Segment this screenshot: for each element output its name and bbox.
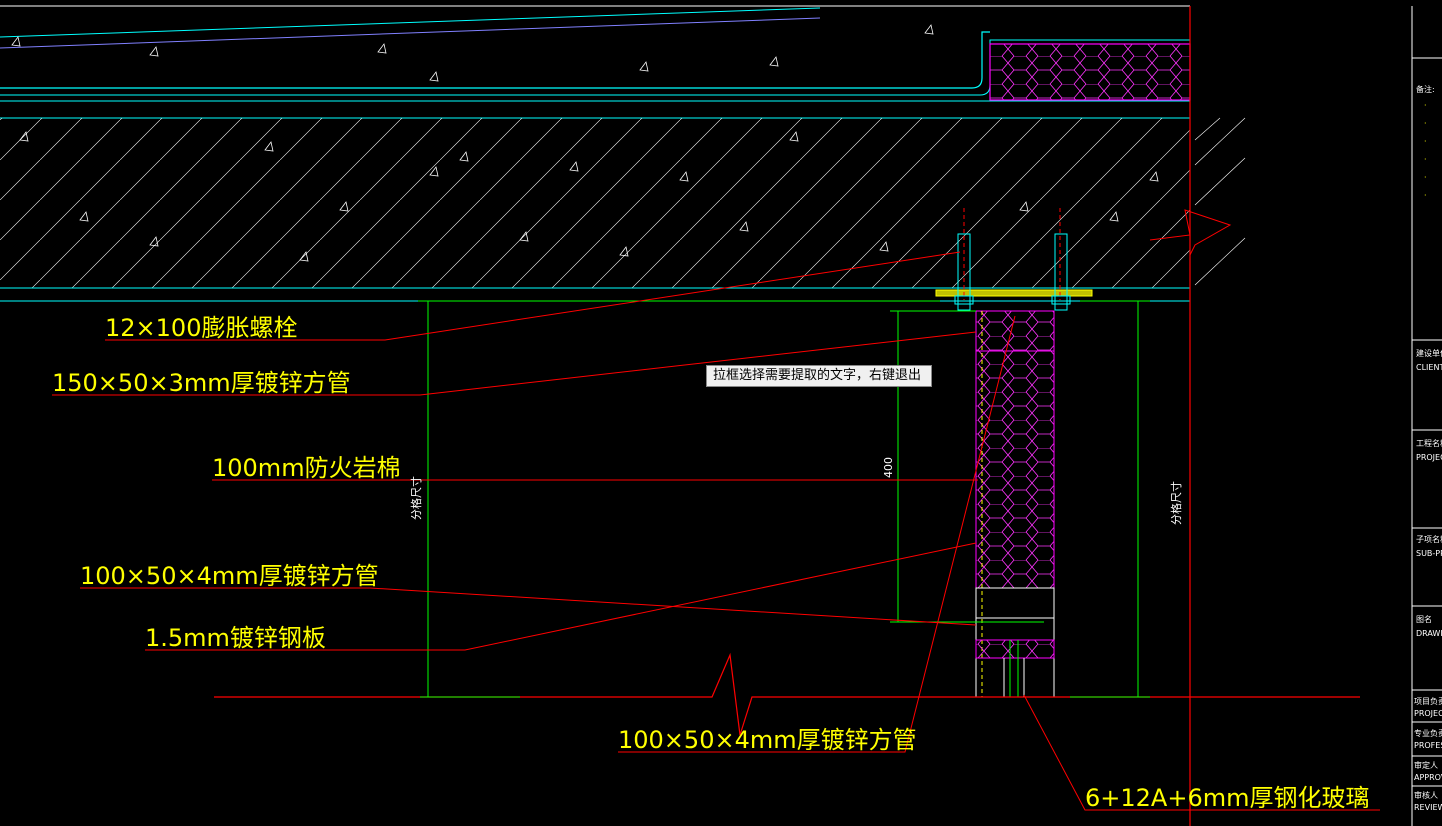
- upper-insulation: [989, 43, 1191, 101]
- svg-text:·: ·: [1424, 137, 1427, 146]
- concrete-slab: [0, 117, 1190, 302]
- label-glass: 6+12A+6mm厚钢化玻璃: [1085, 784, 1369, 812]
- label-tube-150: 150×50×3mm厚镀锌方管: [52, 369, 351, 397]
- svg-text:·: ·: [1424, 101, 1427, 110]
- tb-approve-cn: 审定人: [1414, 760, 1438, 770]
- tb-project-cn: 工程名称:: [1416, 438, 1442, 448]
- partition-frame: [975, 310, 1055, 698]
- label-tube-100-b: 100×50×4mm厚镀锌方管: [618, 726, 917, 754]
- text-extract-tooltip: 拉框选择需要提取的文字，右键退出: [706, 365, 933, 387]
- svg-text:·: ·: [1424, 155, 1427, 164]
- svg-text:·: ·: [1424, 119, 1427, 128]
- tb-approve-en: APPROVED: [1414, 773, 1442, 782]
- label-rockwool: 100mm防火岩棉: [212, 454, 401, 482]
- tb-dept-cn: 项目负责人: [1414, 696, 1442, 706]
- tb-review-cn: 审核人: [1414, 790, 1438, 800]
- dim-mid: 400: [882, 457, 895, 478]
- tb-prof-cn: 专业负责人: [1414, 728, 1442, 738]
- tb-client-cn: 建设单位:: [1416, 348, 1442, 358]
- tb-prof-en: PROFESSIONAL: [1414, 741, 1442, 750]
- title-block: 备注: · · · · · · 建设单位: CLIENT 工程名称: PROJECT …: [1411, 6, 1442, 826]
- label-bolt: 12×100膨胀螺栓: [105, 314, 297, 342]
- tb-drawing-cn: 图名: [1416, 614, 1432, 624]
- tb-drawing-en: DRAWING: [1416, 629, 1442, 638]
- callout-labels: 12×100膨胀螺栓 150×50×3mm厚镀锌方管 100mm防火岩棉 100…: [52, 314, 1369, 812]
- tb-project-en: PROJECT N: [1416, 453, 1442, 462]
- tb-client-en: CLIENT: [1416, 363, 1442, 372]
- dim-left: 分格尺寸: [409, 476, 423, 520]
- tb-sub-en: SUB-PROJ: [1416, 549, 1442, 558]
- svg-text:·: ·: [1424, 191, 1427, 200]
- label-tube-100-a: 100×50×4mm厚镀锌方管: [80, 562, 379, 590]
- tb-sub-cn: 子项名称:: [1416, 534, 1442, 544]
- label-steel-plate: 1.5mm镀锌钢板: [145, 624, 326, 652]
- dimension-text: 分格尺寸 400 分格尺寸: [409, 457, 1183, 525]
- tb-notes: 备注:: [1416, 84, 1435, 94]
- tb-review-en: REVIEW BY: [1414, 803, 1442, 812]
- ground-line: [214, 652, 1360, 736]
- tb-dept-en: PROJECT DIR: [1414, 709, 1442, 718]
- svg-text:·: ·: [1424, 173, 1427, 182]
- dim-right: 分格尺寸: [1169, 481, 1183, 525]
- triangle-markers-top: [11, 24, 934, 82]
- cad-drawing[interactable]: 12×100膨胀螺栓 150×50×3mm厚镀锌方管 100mm防火岩棉 100…: [0, 0, 1442, 826]
